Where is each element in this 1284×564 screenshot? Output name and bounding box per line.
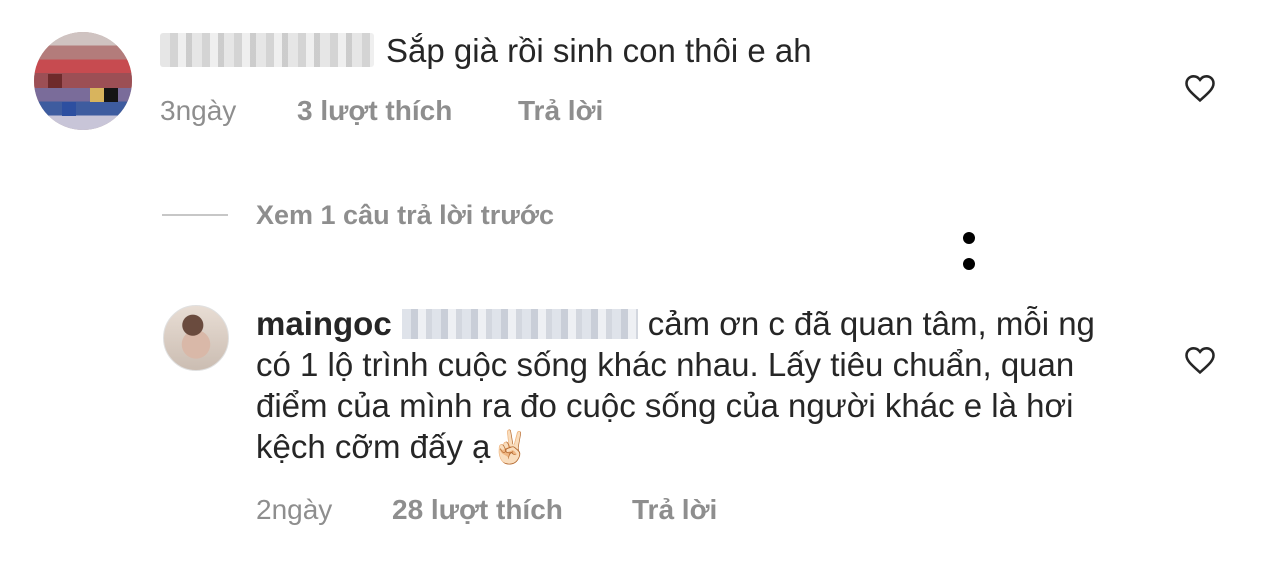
comment-time: 2ngày: [256, 494, 333, 525]
reply-button[interactable]: Trả lời: [518, 95, 603, 127]
victory-hand-emoji: ✌🏻: [490, 429, 531, 465]
comment-text: Sắp già rồi sinh con thôi e ah: [386, 32, 812, 69]
mention-blurred[interactable]: [401, 309, 638, 339]
username[interactable]: maingoc: [256, 305, 392, 342]
avatar[interactable]: [163, 305, 229, 371]
view-previous-replies[interactable]: Xem 1 câu trả lời trước: [256, 200, 554, 231]
username-blurred[interactable]: [160, 33, 374, 67]
reply-comment: maingoc cảm ơn c đã quan tâm, mỗi ng có 1…: [256, 303, 1136, 468]
comment-time: 3ngày: [160, 95, 237, 126]
heart-outline-icon[interactable]: [1182, 70, 1218, 106]
heart-outline-icon[interactable]: [1182, 342, 1218, 378]
likes-count[interactable]: 3 lượt thích: [297, 95, 452, 127]
more-options-icon[interactable]: [962, 232, 976, 272]
comment-text-line1: cảm ơn c đã quan tâm,: [647, 305, 987, 342]
replies-divider: [162, 214, 228, 216]
reply-button[interactable]: Trả lời: [632, 494, 717, 526]
avatar[interactable]: [34, 32, 132, 130]
likes-count[interactable]: 28 lượt thích: [392, 494, 563, 526]
